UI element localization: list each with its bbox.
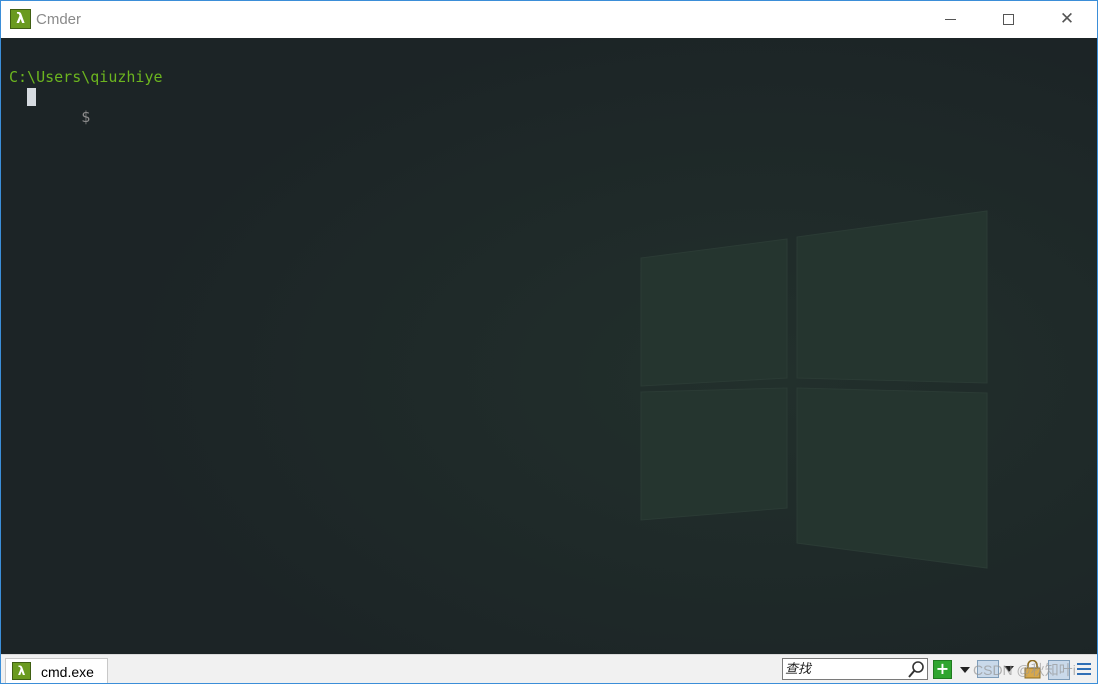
prompt-line[interactable]: $: [9, 87, 163, 126]
close-icon: ✕: [1059, 9, 1075, 29]
windows-logo-background: [1, 38, 1097, 654]
split-icon[interactable]: [1048, 660, 1070, 680]
search-box[interactable]: [782, 658, 928, 680]
plus-icon[interactable]: +: [933, 660, 952, 679]
tab-label: cmd.exe: [41, 664, 94, 680]
close-button[interactable]: ✕: [1038, 1, 1096, 38]
minimize-button[interactable]: [922, 1, 980, 38]
text-cursor: [27, 88, 36, 106]
search-input[interactable]: [785, 660, 903, 678]
tab-cmd[interactable]: λ cmd.exe: [5, 658, 108, 683]
status-bar: λ cmd.exe + CSDN @秋知叶i: [1, 654, 1097, 683]
lock-icon[interactable]: [1022, 660, 1043, 679]
terminal-output[interactable]: C:\Users\qiuzhiye $: [9, 67, 163, 126]
lambda-icon[interactable]: λ: [10, 9, 31, 29]
cmder-window: λ Cmder ✕ C:\Users\qiuzhiye $ λ cmd.exe …: [0, 0, 1098, 684]
title-bar[interactable]: λ Cmder ✕: [1, 1, 1097, 38]
maximize-icon: [1003, 14, 1014, 25]
chevron-down-icon[interactable]: [958, 663, 972, 677]
minimize-icon: [945, 19, 956, 20]
prompt-symbol: $: [81, 108, 91, 126]
window-title: Cmder: [36, 11, 82, 28]
console-icon[interactable]: [977, 660, 999, 678]
console-area[interactable]: C:\Users\qiuzhiye $: [1, 38, 1097, 654]
current-path: C:\Users\qiuzhiye: [9, 68, 163, 86]
hamburger-menu-icon[interactable]: [1074, 660, 1094, 678]
maximize-button[interactable]: [980, 1, 1038, 38]
search-icon[interactable]: [907, 660, 926, 679]
chevron-down-icon[interactable]: [1003, 663, 1015, 675]
lambda-icon: λ: [12, 662, 31, 680]
